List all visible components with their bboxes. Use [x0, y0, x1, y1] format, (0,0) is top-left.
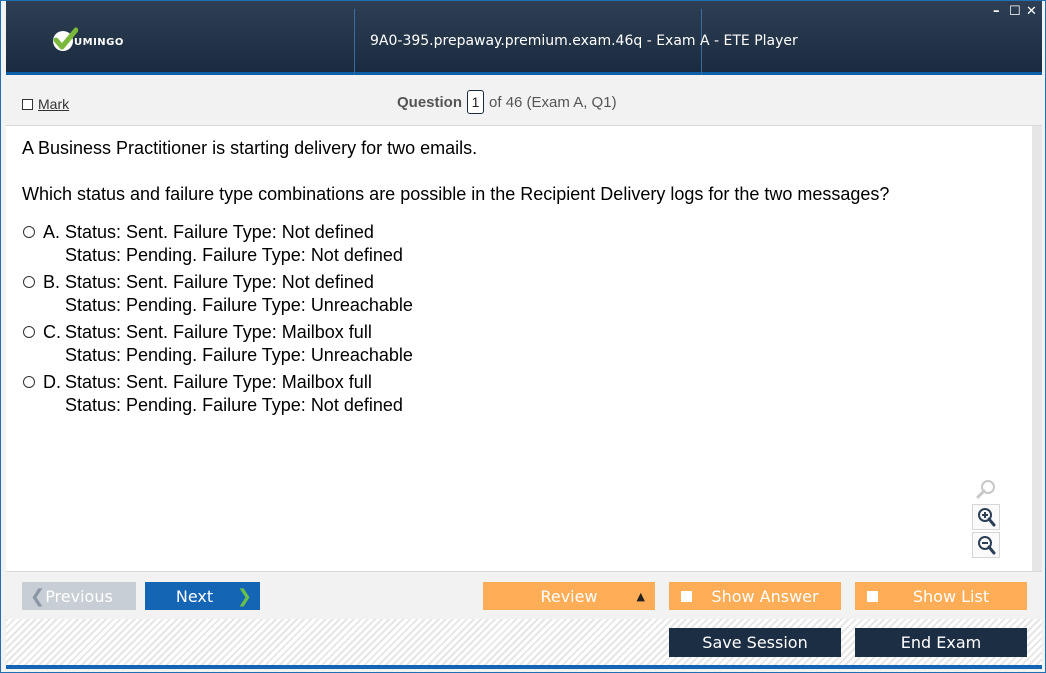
answer-option-d[interactable]: D. Status: Sent. Failure Type: Mailbox f… — [22, 371, 413, 417]
question-stem-line2: Which status and failure type combinatio… — [22, 184, 890, 204]
option-text: Status: Pending. Failure Type: Not defin… — [65, 395, 403, 415]
end-exam-button[interactable]: End Exam — [855, 628, 1027, 657]
option-text: Status: Sent. Failure Type: Not defined — [65, 272, 374, 292]
title-separator — [354, 9, 355, 75]
search-icon[interactable] — [972, 476, 1000, 502]
zoom-out-icon[interactable] — [972, 532, 1000, 558]
footer-bar: Save Session End Exam — [6, 619, 1042, 665]
option-text: Status: Pending. Failure Type: Unreachab… — [65, 295, 413, 315]
content-scrollbar[interactable] — [1032, 126, 1042, 571]
question-label: Question — [397, 93, 463, 111]
logo-text: UMINGO — [74, 37, 124, 48]
chevron-right-icon: ❯ — [236, 585, 252, 607]
option-letter: A. — [43, 222, 61, 242]
save-session-button[interactable]: Save Session — [669, 628, 841, 657]
radio-button[interactable] — [23, 326, 35, 338]
option-letter: D. — [43, 372, 61, 392]
answer-option-c[interactable]: C. Status: Sent. Failure Type: Mailbox f… — [22, 321, 413, 367]
question-of-text: of 46 (Exam A, Q1) — [489, 93, 617, 111]
show-list-button[interactable]: Show List — [855, 582, 1027, 610]
end-exam-label: End Exam — [900, 633, 982, 652]
checkbox-icon[interactable] — [681, 590, 692, 602]
show-answer-button[interactable]: Show Answer — [669, 582, 841, 610]
maximize-button[interactable]: ☐ — [1009, 5, 1021, 19]
zoom-tools — [972, 476, 1002, 560]
previous-button[interactable]: ❮ Previous — [22, 582, 136, 610]
question-header: Mark Question 1 of 46 (Exam A, Q1) — [6, 78, 1042, 126]
option-text: Status: Pending. Failure Type: Not defin… — [65, 245, 403, 265]
question-number-input[interactable]: 1 — [467, 90, 485, 114]
answer-option-b[interactable]: B. Status: Sent. Failure Type: Not defin… — [22, 271, 413, 317]
question-indicator: Question 1 of 46 (Exam A, Q1) — [397, 90, 617, 114]
option-text: Status: Sent. Failure Type: Mailbox full — [65, 372, 372, 392]
checkbox-icon[interactable] — [867, 590, 878, 602]
answer-option-a[interactable]: A. Status: Sent. Failure Type: Not defin… — [22, 221, 413, 267]
navigation-bar: ❮ Previous Next ❯ Review ▲ Show Answer S… — [6, 571, 1042, 619]
app-window: UMINGO 9A0-395.prepaway.premium.exam.46q… — [0, 0, 1046, 673]
close-button[interactable]: ✕ — [1026, 5, 1037, 19]
show-list-label: Show List — [912, 586, 990, 606]
previous-label: Previous — [45, 586, 113, 606]
option-text: Status: Sent. Failure Type: Not defined — [65, 222, 374, 242]
option-text: Status: Sent. Failure Type: Mailbox full — [65, 322, 372, 342]
chevron-left-icon: ❮ — [30, 585, 46, 607]
question-stem-line1: A Business Practitioner is starting deli… — [22, 138, 478, 158]
title-bar: UMINGO 9A0-395.prepaway.premium.exam.46q… — [6, 1, 1042, 75]
vumingo-logo: UMINGO — [52, 26, 162, 56]
mark-label[interactable]: Mark — [38, 96, 69, 112]
radio-button[interactable] — [23, 226, 35, 238]
mark-checkbox[interactable]: Mark — [22, 96, 69, 112]
question-content: A Business Practitioner is starting deli… — [6, 126, 1042, 571]
review-label: Review — [540, 586, 598, 606]
minimize-button[interactable]: – — [993, 5, 1000, 19]
checkbox-icon[interactable] — [22, 98, 33, 110]
save-session-label: Save Session — [702, 633, 808, 652]
zoom-in-icon[interactable] — [972, 504, 1000, 530]
bottom-accent-line — [6, 665, 1042, 669]
radio-button[interactable] — [23, 276, 35, 288]
triangle-up-icon: ▲ — [636, 589, 645, 603]
answer-options: A. Status: Sent. Failure Type: Not defin… — [22, 221, 413, 421]
window-title: 9A0-395.prepaway.premium.exam.46q - Exam… — [370, 33, 798, 49]
next-button[interactable]: Next ❯ — [145, 582, 260, 610]
option-letter: B. — [43, 272, 61, 292]
show-answer-label: Show Answer — [711, 586, 819, 606]
option-text: Status: Pending. Failure Type: Unreachab… — [65, 345, 413, 365]
option-letter: C. — [43, 322, 61, 342]
review-button[interactable]: Review ▲ — [483, 582, 655, 610]
next-label: Next — [175, 586, 214, 606]
radio-button[interactable] — [23, 376, 35, 388]
